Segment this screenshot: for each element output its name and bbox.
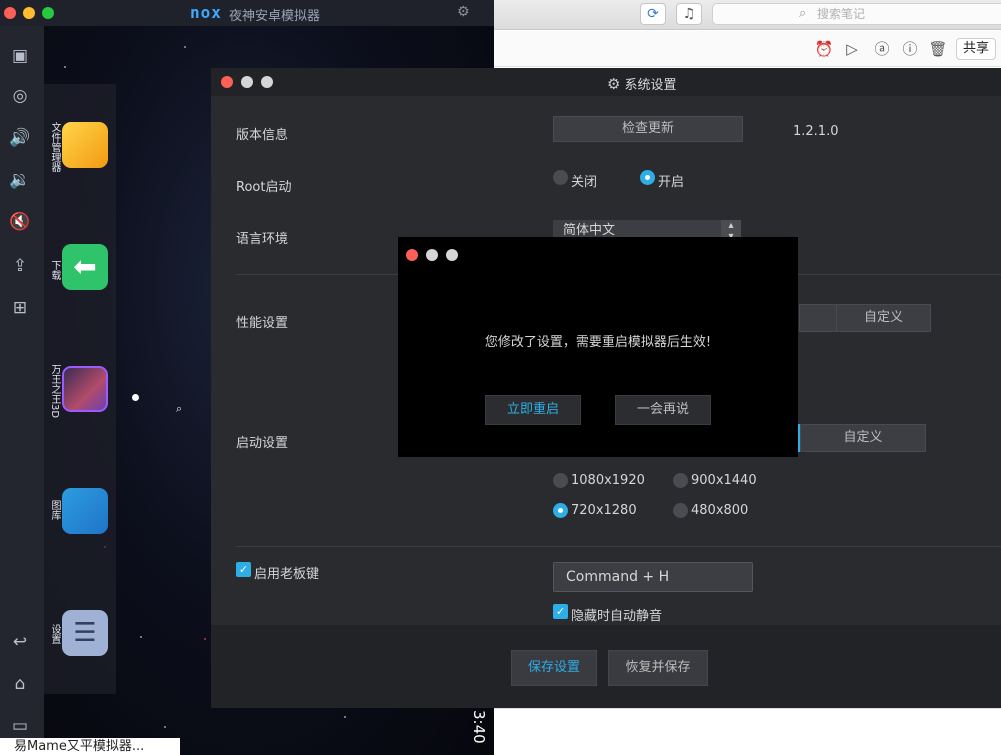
search-notes-input[interactable]: ⌕ 搜索笔记: [712, 3, 1001, 25]
refresh-icon[interactable]: ⟳: [640, 3, 666, 25]
resolution-label: 1080x1920: [571, 473, 645, 488]
nox-sidebar: ▣ ◎ 🔊 🔉 🔇 ⇪ ⊞ ↩ ⌂ ▭: [0, 26, 44, 755]
maximize-dialog-button[interactable]: [446, 249, 458, 261]
perf-option[interactable]: [799, 304, 837, 332]
volume-up-icon[interactable]: 🔊: [8, 126, 32, 150]
startup-label: 启动设置: [236, 436, 289, 451]
divider: [236, 546, 1001, 547]
info-icon[interactable]: ⓘ: [900, 39, 920, 59]
resolution-label: 480x800: [691, 503, 749, 518]
close-settings-button[interactable]: [221, 76, 233, 88]
maximize-settings-button[interactable]: [261, 76, 273, 88]
apk-install-icon[interactable]: ⇪: [8, 254, 32, 278]
search-icon[interactable]: ⌕: [176, 402, 182, 416]
root-off-radio[interactable]: [553, 170, 568, 185]
minimize-window-button[interactable]: [23, 7, 35, 19]
nox-logo: nox: [190, 3, 222, 22]
back-icon[interactable]: ↩: [8, 630, 32, 654]
minimize-dialog-button[interactable]: [426, 249, 438, 261]
share-button[interactable]: 共享: [956, 38, 996, 60]
resolution-label: 720x1280: [571, 503, 637, 518]
save-settings-button[interactable]: 保存设置: [511, 650, 597, 686]
search-icon: ⌕: [799, 6, 807, 21]
gallery-app-icon[interactable]: [62, 488, 108, 534]
root-on-radio[interactable]: [640, 170, 655, 185]
mute-label: 隐藏时自动静音: [571, 609, 663, 624]
star: [204, 638, 206, 640]
desktop-label: 易Mame又平模拟器...: [0, 738, 180, 755]
notes-toolbar: ⏰ ▷ ⓐ ⓘ 🗑 共享: [494, 31, 1001, 67]
search-placeholder: 搜索笔记: [817, 7, 866, 21]
present-icon[interactable]: ▷: [842, 39, 862, 59]
version-value: 1.2.1.0: [793, 124, 839, 139]
settings-app-icon[interactable]: ☰: [62, 610, 108, 656]
settings-title: ⚙ 系统设置: [607, 74, 676, 93]
home-icon[interactable]: ⌂: [8, 672, 32, 696]
resolution-radio[interactable]: [673, 503, 688, 518]
download-app-icon[interactable]: ⬅: [62, 244, 108, 290]
settings-titlebar: ⚙ 系统设置: [211, 68, 1001, 96]
gear-icon: ⚙: [607, 75, 621, 93]
boss-key-label: 启用老板键: [254, 567, 320, 582]
hotkey-field[interactable]: Command + H: [553, 562, 753, 592]
location-icon[interactable]: ◎: [8, 84, 32, 108]
app-label: 万王之王3D: [49, 364, 60, 419]
resolution-radio-selected[interactable]: [553, 503, 568, 518]
performance-label: 性能设置: [236, 316, 289, 331]
app-label: 文件管理器: [49, 122, 60, 172]
status-clock: 3:40: [470, 710, 488, 744]
app-dock: 文件管理器 下载 ⬅ 万王之王3D 图库 设置 ☰: [44, 84, 116, 694]
language-label: 语言环境: [236, 232, 289, 247]
maximize-window-button[interactable]: [42, 7, 54, 19]
page-indicator-dot: [132, 394, 139, 401]
screenshot-icon[interactable]: ⊞: [8, 296, 32, 320]
restart-now-button[interactable]: 立即重启: [485, 395, 581, 425]
reset-save-button[interactable]: 恢复并保存: [608, 650, 708, 686]
trash-icon[interactable]: 🗑: [928, 39, 948, 59]
close-dialog-button[interactable]: [406, 249, 418, 261]
startup-custom-button[interactable]: 自定义: [800, 424, 926, 452]
app-label: 设置: [49, 624, 60, 644]
perf-custom-button[interactable]: 自定义: [836, 304, 931, 332]
star: [184, 46, 186, 48]
resolution-label: 900x1440: [691, 473, 757, 488]
mute-checkbox[interactable]: ✓: [553, 604, 568, 619]
app-label: 下载: [49, 260, 60, 280]
game-app-icon[interactable]: [62, 366, 108, 412]
minimize-settings-button[interactable]: [241, 76, 253, 88]
gear-icon[interactable]: ⚙: [457, 4, 470, 20]
nox-title: 夜神安卓模拟器: [229, 9, 321, 24]
root-label: Root启动: [236, 180, 292, 195]
boss-key-checkbox[interactable]: ✓: [236, 562, 251, 577]
app-label: 图库: [49, 500, 60, 520]
check-update-button[interactable]: 检查更新: [553, 116, 743, 142]
file-manager-app-icon[interactable]: [62, 122, 108, 168]
settings-footer: 保存设置 恢复并保存: [211, 625, 1001, 708]
star: [140, 636, 142, 638]
resolution-radio[interactable]: [553, 473, 568, 488]
later-button[interactable]: 一会再说: [615, 395, 711, 425]
star: [64, 66, 66, 68]
notes-bottom-area: [494, 708, 1001, 755]
settings-title-text: 系统设置: [624, 78, 677, 93]
star: [344, 716, 346, 718]
recent-apps-icon[interactable]: ▭: [8, 714, 32, 738]
resolution-radio[interactable]: [673, 473, 688, 488]
root-on-label: 开启: [658, 175, 685, 190]
root-off-label: 关闭: [571, 175, 598, 190]
restart-dialog: 您修改了设置，需要重启模拟器后生效! 立即重启 一会再说: [398, 237, 798, 457]
alarm-icon[interactable]: ⏰: [814, 39, 834, 59]
mute-icon[interactable]: 🔇: [8, 210, 32, 234]
robot-icon[interactable]: ▣: [8, 44, 32, 68]
version-label: 版本信息: [236, 128, 289, 143]
nox-titlebar: nox 夜神安卓模拟器 ⚙: [0, 0, 494, 26]
at-icon[interactable]: ⓐ: [872, 39, 892, 59]
star: [164, 726, 166, 728]
notes-titlebar: ⟳ ♫ ⌕ 搜索笔记: [494, 0, 1001, 30]
bell-icon[interactable]: ♫: [676, 3, 702, 25]
close-window-button[interactable]: [4, 7, 16, 19]
dialog-message: 您修改了设置，需要重启模拟器后生效!: [484, 335, 712, 350]
language-value: 简体中文: [563, 223, 616, 238]
volume-down-icon[interactable]: 🔉: [8, 168, 32, 192]
